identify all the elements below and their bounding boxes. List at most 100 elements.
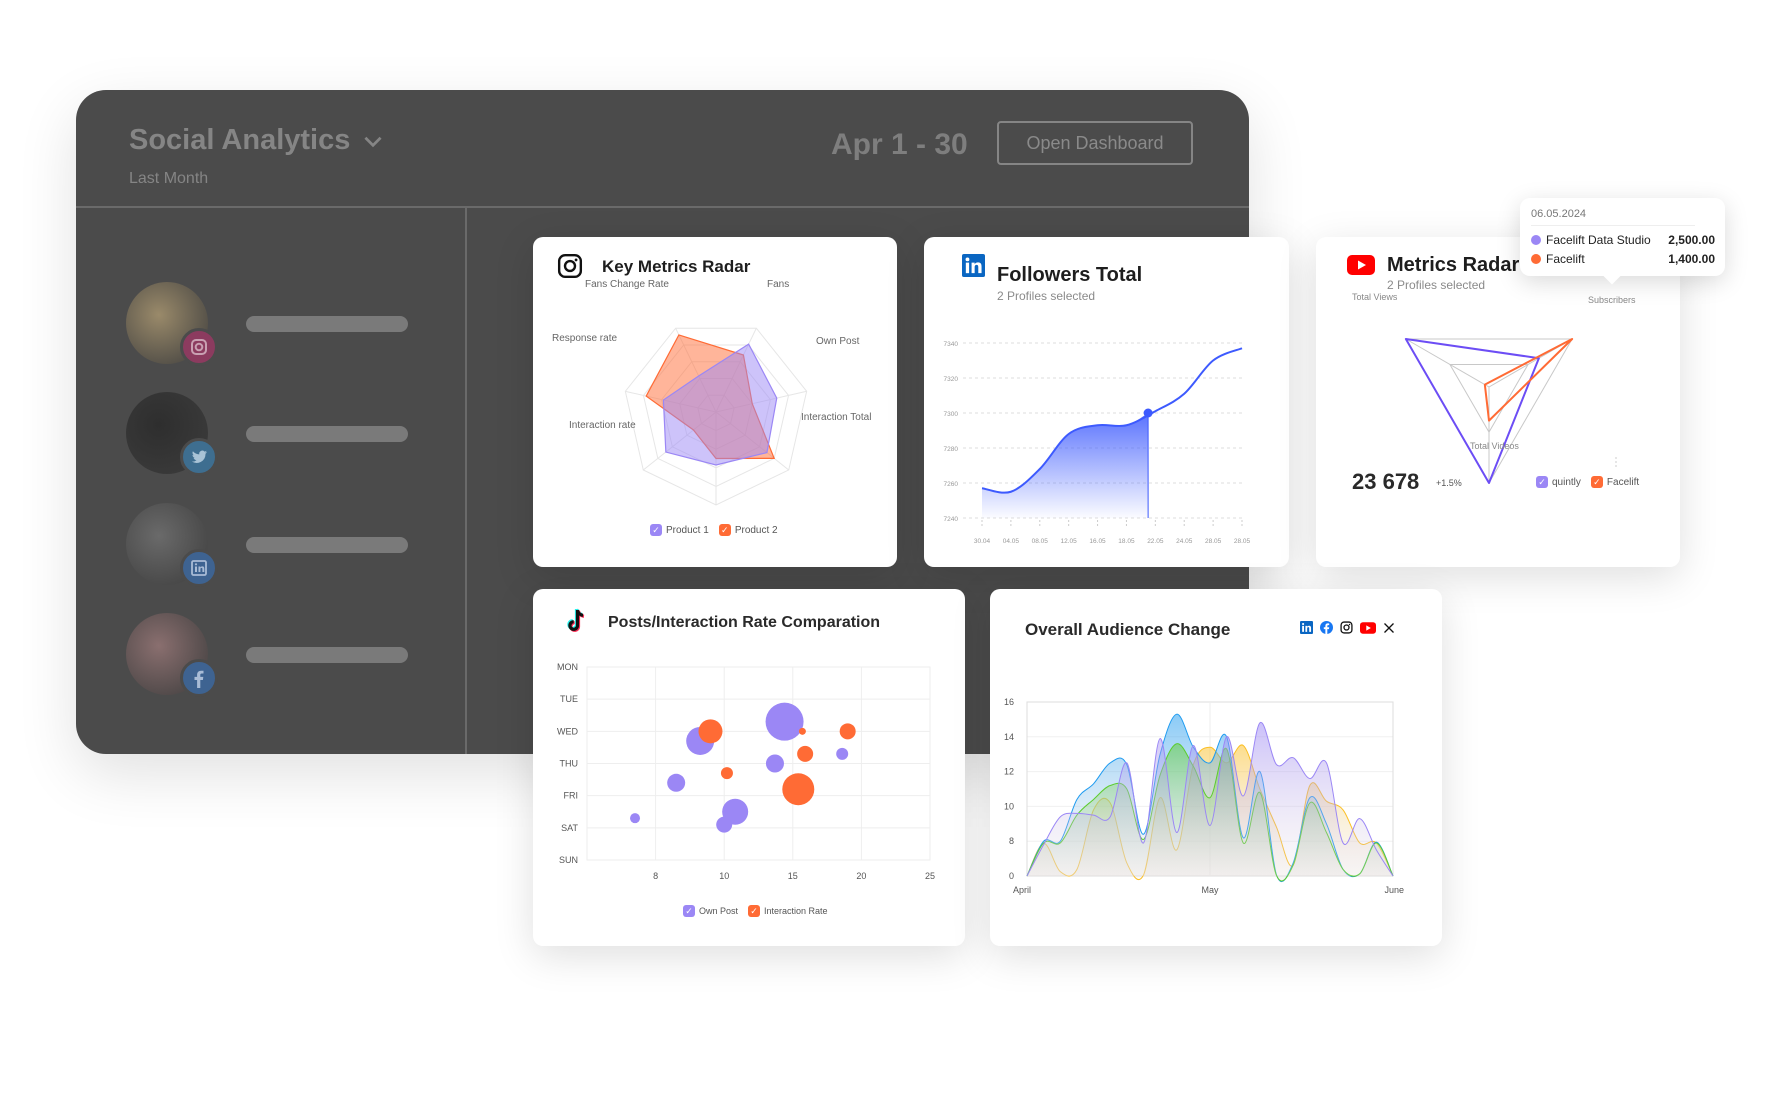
axis-label: Total Views [1352,292,1398,302]
bubble-own-post [836,747,849,760]
y-tick-label: 7260 [944,481,959,488]
linkedin-icon [180,549,218,587]
profile-name-placeholder [246,426,408,442]
sidebar-divider [465,208,467,754]
twitter-icon [180,438,218,476]
profile-name-placeholder [246,647,408,663]
y-tick-label: FRI [564,791,579,801]
checkbox-icon[interactable]: ✓ [683,905,695,917]
checkbox-icon[interactable]: ✓ [650,524,662,536]
x-tick-label: 12.05 [1061,538,1078,545]
axis-label: Response rate [552,333,618,344]
y-tick-label: 16 [1004,697,1014,707]
x-tick-label: 04.05 [1003,538,1020,545]
radar-series-facelift [1483,338,1574,422]
y-tick-label: THU [560,759,579,769]
chevron-down-icon[interactable] [360,128,386,154]
y-tick-label: 8 [1009,836,1014,846]
tooltip-label: Facelift Data Studio [1546,233,1651,247]
legend-item-product-1[interactable]: ✓ Product 1 [650,524,709,536]
youtube-metrics-radar-card: Metrics Radar 2 Profiles selected Total … [1316,237,1680,567]
bubble-interaction-rate [698,719,723,744]
legend-label: Facelift [1606,476,1640,488]
x-tick-label: April [1013,885,1031,895]
x-tick-label: 30.04 [974,538,991,545]
x-tick-label: 8 [653,871,658,881]
y-tick-label: MON [557,662,578,672]
checkbox-icon[interactable]: ✓ [1590,476,1603,488]
legend-item-quintly[interactable]: ✓ quintly [1536,476,1581,488]
tooltip-row: Facelift Data Studio 2,500.00 [1531,233,1715,247]
bubble-own-post [765,702,804,741]
legend-item-own-post[interactable]: ✓ Own Post [683,905,738,917]
legend-label: Interaction Rate [764,906,828,916]
x-tick-label: 25 [925,871,935,881]
chart-legend: ✓ Own Post ✓ Interaction Rate [683,905,828,917]
y-tick-label: 7280 [944,446,959,453]
key-metrics-radar-card: Key Metrics Radar Fans Change Rate Fans … [533,237,897,567]
y-tick-label: 14 [1004,732,1014,742]
x-tick-label: 16.05 [1089,538,1106,545]
radar-chart [1404,338,1617,485]
x-tick-label: 20 [856,871,866,881]
bubble-interaction-rate [839,723,856,740]
followers-total-card: Followers Total 2 Profiles selected 7240… [924,237,1289,567]
legend-item-facelift[interactable]: ✓ Facelift [1590,476,1640,488]
audience-change-card: Overall Audience Change 0 8 10 12 14 16 April M… [990,589,1442,946]
series-dot [1531,254,1541,264]
header-divider [76,206,1249,208]
tooltip-value: 2,500.00 [1668,233,1715,247]
change-badge: +1.5% [1436,478,1462,488]
legend-item-product-2[interactable]: ✓ Product 2 [718,524,778,536]
chart-legend: ✓ Product 1 ✓ Product 2 [650,524,778,536]
checkbox-icon[interactable]: ✓ [1536,476,1548,488]
tooltip-date: 06.05.2024 [1531,208,1587,220]
axis-label: Fans [767,279,790,290]
tooltip-label: Facelift [1546,252,1585,266]
radar-series-quintly [1404,338,1540,484]
checkbox-icon[interactable]: ✓ [748,905,761,917]
y-tick-label: SUN [559,855,578,865]
bubble-own-post [630,813,641,824]
x-tick-label: 10 [719,871,729,881]
axis-label: Fans Change Rate [585,279,669,290]
legend-label: Own Post [699,906,739,916]
followers-line-chart: 7240 7260 7280 7300 7320 7340 30.04 04.05 08.05 1… [944,341,1251,545]
x-tick-label: 24.05 [1176,538,1193,545]
y-tick-label: 7300 [944,411,959,418]
bubble-own-post [716,816,733,833]
date-range: Apr 1 - 30 [831,128,968,161]
profile-item-twitter[interactable] [126,388,426,478]
bubble-own-post [667,773,686,792]
y-tick-label: 0 [1009,871,1014,881]
y-tick-label: 10 [1004,801,1014,811]
audience-area-chart: 0 8 10 12 14 16 April May June [1004,697,1404,895]
y-tick-label: 7340 [944,341,959,348]
x-tick-label: 28.05 [1234,538,1251,545]
checkbox-icon[interactable]: ✓ [718,524,731,536]
bubble-interaction-rate [720,767,733,780]
x-tick-label: 15 [788,871,798,881]
profile-item-facebook[interactable] [126,609,426,699]
total-value: 23 678 [1352,469,1420,494]
axis-label: Own Post [816,336,860,347]
y-tick-label: WED [557,726,578,736]
radar-axis-line [1405,338,1490,388]
x-tick-label: June [1384,885,1404,895]
x-tick-label: 18.05 [1118,538,1135,545]
bubble-interaction-rate [798,727,806,735]
legend-item-interaction-rate[interactable]: ✓ Interaction Rate [748,905,828,917]
x-tick-label: 28.05 [1205,538,1222,545]
series-dot [1531,235,1541,245]
tooltip-row: Facelift 1,400.00 [1531,252,1715,266]
y-tick-label: 7240 [944,516,959,523]
app-title: Social Analytics [129,124,351,156]
profile-item-instagram[interactable] [126,278,426,368]
axis-label: Total Videos [1470,441,1519,451]
profile-name-placeholder [246,316,408,332]
axis-label: Interaction rate [569,420,636,431]
open-dashboard-button[interactable]: Open Dashboard [997,121,1193,165]
period-label: Last Month [129,170,209,187]
profile-item-linkedin[interactable] [126,499,426,589]
legend-label: Product 2 [734,524,778,536]
